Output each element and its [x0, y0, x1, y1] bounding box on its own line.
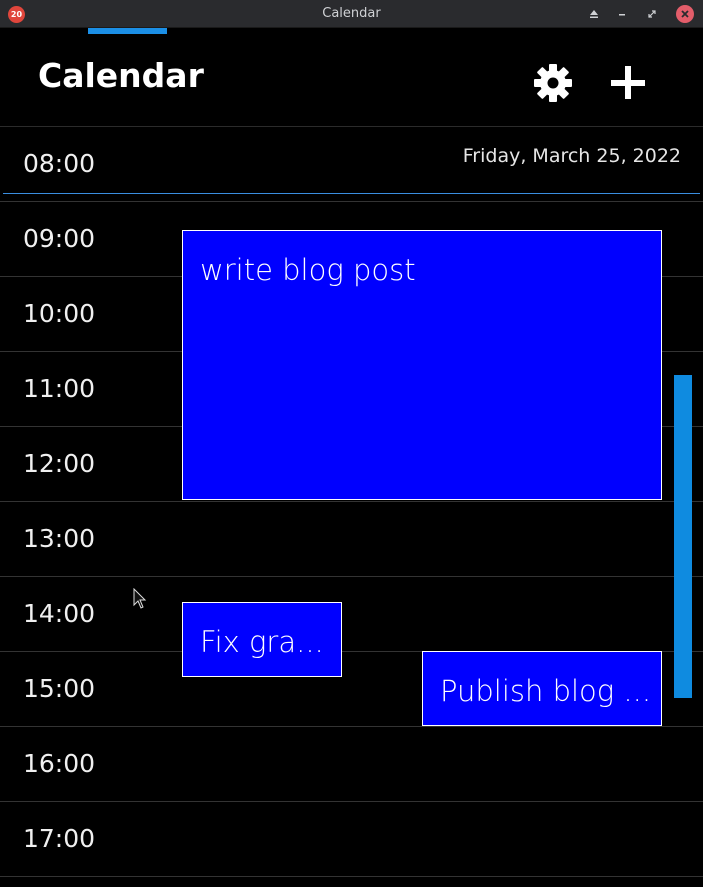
hour-row[interactable]: 13:00 [0, 502, 703, 577]
hour-label: 15:00 [23, 674, 96, 703]
hour-label: 10:00 [23, 299, 96, 328]
hour-row[interactable]: 16:00 [0, 727, 703, 802]
plus-icon [611, 66, 645, 99]
event-title: Publish blog ... [440, 674, 652, 708]
gear-icon [534, 64, 572, 102]
hour-label: 11:00 [23, 374, 96, 403]
maximize-button[interactable] [643, 5, 661, 23]
keep-above-button[interactable] [585, 5, 603, 23]
close-button[interactable] [676, 5, 694, 23]
hour-label: 09:00 [23, 224, 96, 253]
window-titlebar: 20 Calendar [0, 0, 703, 28]
close-icon [681, 10, 689, 18]
current-date: Friday, March 25, 2022 [462, 145, 681, 167]
current-time-indicator [3, 193, 700, 194]
restore-icon [648, 10, 656, 18]
hour-label: 16:00 [23, 749, 96, 778]
hour-label: 13:00 [23, 524, 96, 553]
hour-label: 12:00 [23, 449, 96, 478]
event-block[interactable]: write blog post [182, 230, 662, 500]
hour-row[interactable]: 14:00 [0, 577, 703, 652]
settings-button[interactable] [530, 60, 576, 106]
minimize-icon [619, 14, 625, 16]
event-title: write blog post [200, 253, 416, 287]
event-block[interactable]: Fix gra... [182, 602, 342, 677]
hour-label: 17:00 [23, 824, 96, 853]
mouse-cursor-icon [133, 588, 147, 609]
app-window: 20 Calendar Calendar 08:00 09:00 10:00 1… [0, 0, 703, 887]
scrollbar[interactable] [674, 375, 692, 698]
page-title: Calendar [38, 56, 204, 95]
minimize-button[interactable] [613, 5, 631, 23]
event-title: Fix gra... [200, 625, 324, 659]
hour-row[interactable]: 17:00 [0, 802, 703, 877]
tab-indicator [88, 28, 167, 34]
add-event-button[interactable] [605, 60, 651, 106]
event-block[interactable]: Publish blog ... [422, 651, 662, 726]
hour-label: 14:00 [23, 599, 96, 628]
hour-label: 08:00 [23, 149, 96, 178]
eject-icon [590, 10, 598, 18]
